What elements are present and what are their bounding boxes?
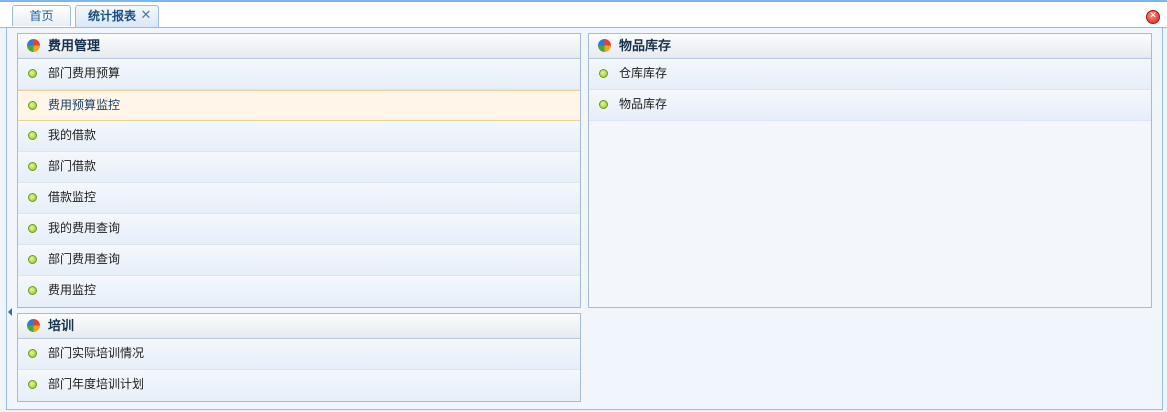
list-item-label: 费用预算监控 xyxy=(48,98,121,112)
tab-statistics-report[interactable]: 统计报表 ✕ xyxy=(75,5,159,27)
list-item-department-loans[interactable]: 部门借款 xyxy=(18,152,580,183)
green-dot-icon xyxy=(28,193,37,202)
list-item-item-stock[interactable]: 物品库存 xyxy=(589,90,1151,121)
panel-training: 培训 部门实际培训情况 部门年度培训计划 xyxy=(17,313,581,402)
panel-body: 部门实际培训情况 部门年度培训计划 xyxy=(18,339,580,401)
list-item-label: 部门借款 xyxy=(48,159,97,173)
panel-title: 培训 xyxy=(48,319,75,334)
panel-header: 培训 xyxy=(18,314,580,339)
list-item-label: 部门年度培训计划 xyxy=(48,377,145,391)
green-dot-icon xyxy=(28,380,37,389)
pie-chart-icon xyxy=(598,39,611,52)
green-dot-icon xyxy=(28,69,37,78)
green-dot-icon xyxy=(28,286,37,295)
list-item-label: 部门费用预算 xyxy=(48,66,121,80)
panel-title: 费用管理 xyxy=(48,39,101,54)
list-item-label: 部门实际培训情况 xyxy=(48,346,145,360)
list-item-label: 仓库库存 xyxy=(619,66,668,80)
green-dot-icon xyxy=(28,255,37,264)
list-item-label: 我的费用查询 xyxy=(48,221,121,235)
green-dot-icon xyxy=(28,162,37,171)
panel-expense-management: 费用管理 部门费用预算 费用预算监控 我的借款 部门借款 借款监控 我的费用查询… xyxy=(17,33,581,308)
green-dot-icon xyxy=(28,224,37,233)
green-dot-icon xyxy=(599,100,608,109)
panel-body: 部门费用预算 费用预算监控 我的借款 部门借款 借款监控 我的费用查询 部门费用… xyxy=(18,59,580,307)
list-item-label: 费用监控 xyxy=(48,283,97,297)
list-item-department-actual-training[interactable]: 部门实际培训情况 xyxy=(18,339,580,370)
list-item-my-loans[interactable]: 我的借款 xyxy=(18,121,580,152)
close-circle-icon[interactable]: ✕ xyxy=(1146,10,1160,24)
tab-statistics-report-label: 统计报表 xyxy=(88,9,137,23)
triangle-left-icon[interactable] xyxy=(8,308,12,316)
panel-title: 物品库存 xyxy=(619,39,672,54)
pie-chart-icon xyxy=(27,39,40,52)
list-item-department-annual-training-plan[interactable]: 部门年度培训计划 xyxy=(18,370,580,401)
green-dot-icon xyxy=(28,349,37,358)
green-dot-icon xyxy=(599,69,608,78)
green-dot-icon xyxy=(28,101,37,110)
list-item-expense-budget-monitor[interactable]: 费用预算监控 xyxy=(18,90,580,121)
list-item-label: 借款监控 xyxy=(48,190,97,204)
panel-header: 物品库存 xyxy=(589,34,1151,59)
list-item-warehouse-stock[interactable]: 仓库库存 xyxy=(589,59,1151,90)
tab-home[interactable]: 首页 xyxy=(12,5,71,26)
pie-chart-icon xyxy=(27,319,40,332)
panel-body: 仓库库存 物品库存 xyxy=(589,59,1151,121)
list-item-expense-monitor[interactable]: 费用监控 xyxy=(18,276,580,307)
panel-inventory: 物品库存 仓库库存 物品库存 xyxy=(588,33,1152,308)
list-item-department-expense-query[interactable]: 部门费用查询 xyxy=(18,245,580,276)
list-item-department-expense-budget[interactable]: 部门费用预算 xyxy=(18,59,580,90)
list-item-label: 我的借款 xyxy=(48,128,97,142)
panel-header: 费用管理 xyxy=(18,34,580,59)
list-item-label: 部门费用查询 xyxy=(48,252,121,266)
tab-bar: 首页 统计报表 ✕ ✕ xyxy=(0,2,1167,28)
green-dot-icon xyxy=(28,131,37,140)
tab-content-area: 费用管理 部门费用预算 费用预算监控 我的借款 部门借款 借款监控 我的费用查询… xyxy=(6,28,1163,410)
list-item-label: 物品库存 xyxy=(619,97,668,111)
list-item-my-expense-query[interactable]: 我的费用查询 xyxy=(18,214,580,245)
list-item-loan-monitor[interactable]: 借款监控 xyxy=(18,183,580,214)
close-icon[interactable]: ✕ xyxy=(139,6,153,26)
